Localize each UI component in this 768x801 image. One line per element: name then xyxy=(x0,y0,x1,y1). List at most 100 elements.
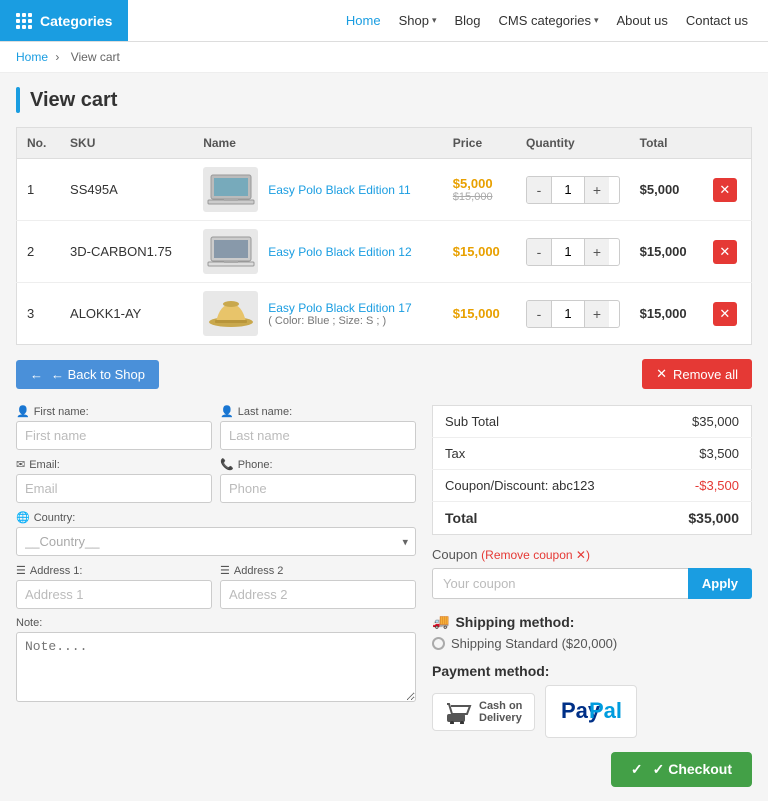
phone-icon: 📞 xyxy=(220,458,234,471)
categories-button[interactable]: Categories xyxy=(0,0,128,41)
times-icon: ✕ xyxy=(656,366,667,382)
page-title-container: View cart xyxy=(16,87,752,113)
row2-remove-cell: ✕ xyxy=(703,221,752,283)
address2-icon: ☰ xyxy=(220,564,230,577)
row3-remove-button[interactable]: ✕ xyxy=(713,302,737,326)
product1-link[interactable]: Easy Polo Black Edition 11 xyxy=(268,183,411,197)
remove-all-button[interactable]: ✕ Remove all xyxy=(642,359,752,389)
phone-input[interactable] xyxy=(220,474,416,503)
coupon-section-label: Coupon (Remove coupon ✕) xyxy=(432,547,752,562)
row3-qty-minus[interactable]: - xyxy=(527,301,551,327)
last-name-group: 👤 Last name: xyxy=(220,405,416,450)
last-name-input[interactable] xyxy=(220,421,416,450)
back-to-shop-button[interactable]: ← ← Back to Shop xyxy=(16,360,159,389)
address1-input[interactable] xyxy=(16,580,212,609)
email-phone-row: ✉ Email: 📞 Phone: xyxy=(16,458,416,503)
first-name-input[interactable] xyxy=(16,421,212,450)
row3-total: $15,000 xyxy=(630,283,703,345)
breadcrumb: Home › View cart xyxy=(0,42,768,73)
nav-about[interactable]: About us xyxy=(617,13,668,28)
row1-qty-minus[interactable]: - xyxy=(527,177,551,203)
payment-options: $ Cash on Delivery Pay Pal xyxy=(432,685,752,738)
country-select-wrapper: __Country__ ▾ xyxy=(16,527,416,556)
truck-icon: 🚚 xyxy=(432,613,449,630)
nav-shop[interactable]: Shop ▾ xyxy=(399,13,437,28)
row2-remove-button[interactable]: ✕ xyxy=(713,240,737,264)
row3-price: $15,000 xyxy=(443,283,516,345)
subtotal-amount: $35,000 xyxy=(655,406,751,438)
tax-label: Tax xyxy=(433,438,656,470)
col-qty: Quantity xyxy=(516,128,630,159)
row3-qty-control: - + xyxy=(526,300,620,328)
title-bar-decoration xyxy=(16,87,20,113)
product3-link[interactable]: Easy Polo Black Edition 17 xyxy=(268,301,411,315)
first-name-label: 👤 First name: xyxy=(16,405,212,418)
summary-total-row: Total $35,000 xyxy=(433,502,752,535)
product3-image xyxy=(203,291,258,336)
row2-total: $15,000 xyxy=(630,221,703,283)
paypal-option[interactable]: Pay Pal xyxy=(545,685,637,738)
globe-icon: 🌐 xyxy=(16,511,30,524)
check-icon: ✓ xyxy=(631,761,643,778)
nav-cms[interactable]: CMS categories ▾ xyxy=(499,13,599,28)
col-price: Price xyxy=(443,128,516,159)
email-label: ✉ Email: xyxy=(16,458,212,471)
coupon-label: Coupon/Discount: abc123 xyxy=(433,470,656,502)
checkout-button[interactable]: ✓ ✓ Checkout xyxy=(611,752,752,787)
total-label: Total xyxy=(433,502,656,535)
grid-icon xyxy=(16,13,32,29)
coupon-input[interactable] xyxy=(432,568,688,599)
apply-coupon-button[interactable]: Apply xyxy=(688,568,752,599)
country-group: 🌐 Country: __Country__ ▾ xyxy=(16,511,416,556)
row1-name: Easy Polo Black Edition 11 xyxy=(193,159,443,221)
row3-no: 3 xyxy=(17,283,61,345)
address2-input[interactable] xyxy=(220,580,416,609)
country-select[interactable]: __Country__ xyxy=(16,527,416,556)
two-column-layout: 👤 First name: 👤 Last name: xyxy=(16,405,752,787)
checkout-row: ✓ ✓ Checkout xyxy=(432,752,752,787)
phone-label: 📞 Phone: xyxy=(220,458,416,471)
note-textarea[interactable] xyxy=(16,632,416,702)
row2-qty-minus[interactable]: - xyxy=(527,239,551,265)
page-content: View cart No. SKU Name Price Quantity To… xyxy=(0,73,768,801)
row2-qty-input[interactable] xyxy=(551,239,585,265)
subtotal-label: Sub Total xyxy=(433,406,656,438)
table-row: 1 SS495A xyxy=(17,159,752,221)
coupon-input-row: Apply xyxy=(432,568,752,599)
remove-coupon-link[interactable]: (Remove coupon ✕) xyxy=(481,548,590,562)
row3-name: Easy Polo Black Edition 17 ( Color: Blue… xyxy=(193,283,443,345)
breadcrumb-home[interactable]: Home xyxy=(16,50,48,64)
cart-icon: $ xyxy=(445,700,473,724)
row1-qty-input[interactable] xyxy=(551,177,585,203)
summary-coupon-row: Coupon/Discount: abc123 -$3,500 xyxy=(433,470,752,502)
col-action xyxy=(703,128,752,159)
phone-group: 📞 Phone: xyxy=(220,458,416,503)
row1-price: $5,000 $15,000 xyxy=(443,159,516,221)
col-total: Total xyxy=(630,128,703,159)
cart-table: No. SKU Name Price Quantity Total 1 SS49… xyxy=(16,127,752,345)
country-row: 🌐 Country: __Country__ ▾ xyxy=(16,511,416,556)
row3-qty-input[interactable] xyxy=(551,301,585,327)
nav-blog[interactable]: Blog xyxy=(454,13,480,28)
note-group: Note: xyxy=(16,617,416,705)
row2-qty-plus[interactable]: + xyxy=(585,239,609,265)
row1-remove-button[interactable]: ✕ xyxy=(713,178,737,202)
shipping-radio[interactable] xyxy=(432,637,445,650)
coupon-section: Coupon (Remove coupon ✕) Apply xyxy=(432,547,752,599)
shipping-title: 🚚 Shipping method: xyxy=(432,613,752,630)
name-row: 👤 First name: 👤 Last name: xyxy=(16,405,416,450)
address1-label: ☰ Address 1: xyxy=(16,564,212,577)
row1-qty-plus[interactable]: + xyxy=(585,177,609,203)
country-label: 🌐 Country: xyxy=(16,511,416,524)
nav-home[interactable]: Home xyxy=(346,13,381,28)
address-row: ☰ Address 1: ☰ Address 2 xyxy=(16,564,416,609)
product1-image xyxy=(203,167,258,212)
product2-link[interactable]: Easy Polo Black Edition 12 xyxy=(268,245,411,259)
row1-no: 1 xyxy=(17,159,61,221)
row3-qty-plus[interactable]: + xyxy=(585,301,609,327)
email-input[interactable] xyxy=(16,474,212,503)
categories-label: Categories xyxy=(40,13,112,29)
nav-contact[interactable]: Contact us xyxy=(686,13,748,28)
cash-on-delivery-option[interactable]: $ Cash on Delivery xyxy=(432,693,535,731)
header: Categories Home Shop ▾ Blog CMS categori… xyxy=(0,0,768,42)
